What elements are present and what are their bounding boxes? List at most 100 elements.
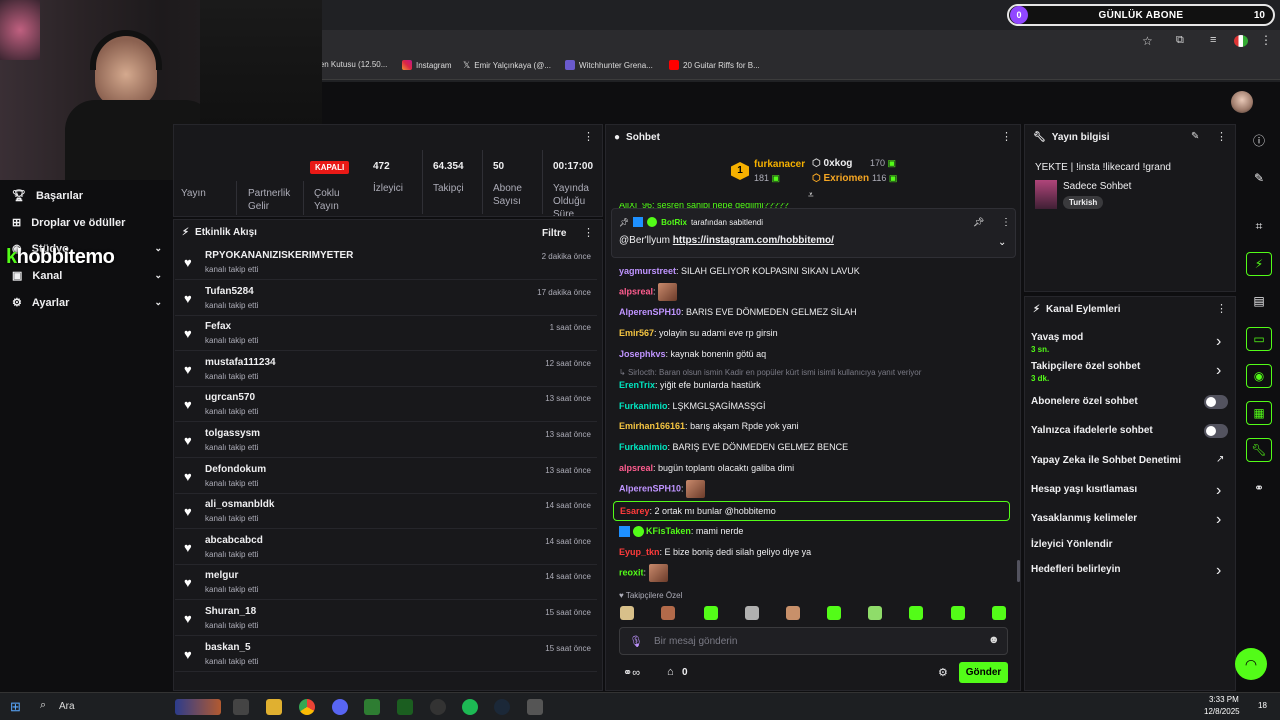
settings-icon[interactable] (527, 699, 543, 715)
chat-username[interactable]: alpsreal (619, 286, 653, 296)
emote-button[interactable] (661, 606, 675, 620)
activity-event[interactable]: ♥ ali_osmanbldk kanalı takip etti 14 saa… (175, 494, 597, 530)
channel-action-item[interactable]: İzleyici Yönlendir (1031, 539, 1113, 550)
emote-button[interactable] (786, 606, 800, 620)
chrome-icon[interactable] (299, 699, 315, 715)
channel-action-item[interactable]: Takipçilere özel sohbet 3 dk. (1031, 361, 1140, 383)
bookmark-item[interactable]: 𝕏 Emir Yalçınkaya (@... (463, 60, 551, 71)
chat-username[interactable]: Furkanimio (619, 401, 668, 411)
emote-button[interactable] (868, 606, 882, 620)
external-link-icon[interactable]: ↗ (1216, 454, 1224, 465)
pinned-link[interactable]: https://instagram.com/hobbitemo/ (673, 235, 834, 246)
chat-username[interactable]: Eyup_tkn (619, 547, 660, 557)
emote-button[interactable] (620, 606, 634, 620)
event-username[interactable]: abcabcabcd (205, 535, 263, 546)
dashboard-icon[interactable]: ▦ (1246, 401, 1272, 425)
emoji-icon[interactable]: ☻ (988, 634, 1000, 646)
more-options-icon[interactable]: ⋮ (1216, 130, 1227, 143)
store-icon[interactable]: ⌂ (667, 666, 674, 678)
chat-settings-icon[interactable]: ⚙ (938, 666, 948, 679)
lightning-icon[interactable]: ⚡︎ (1246, 252, 1272, 276)
bookmark-item[interactable]: len Kutusu (12.50... (318, 60, 387, 69)
document-icon[interactable]: ▤ (1246, 289, 1272, 313)
emote-button[interactable] (992, 606, 1006, 620)
emote-button[interactable] (909, 606, 923, 620)
spotify-icon[interactable] (462, 699, 478, 715)
chat-username[interactable]: ErenTrix (619, 380, 655, 390)
event-username[interactable]: ali_osmanbldk (205, 499, 274, 510)
more-options-icon[interactable]: ⋮ (1001, 130, 1012, 143)
user-avatar[interactable] (1231, 91, 1253, 113)
chevron-right-icon[interactable]: › (1216, 482, 1221, 500)
game-thumbnail-icon[interactable] (175, 699, 221, 715)
toggle-switch[interactable] (1204, 424, 1228, 438)
language-tag[interactable]: Turkish (1063, 196, 1104, 209)
pin-toggle-icon[interactable]: 📌︎ (973, 217, 984, 228)
activity-event[interactable]: ♥ Shuran_18 kanalı takip etti 15 saat ön… (175, 601, 597, 636)
event-username[interactable]: tolgassysm (205, 428, 260, 439)
media-icon[interactable]: ≡ (1210, 34, 1216, 46)
chat-username[interactable]: AlperenSPH10 (619, 307, 681, 317)
bookmark-star-icon[interactable]: ☆ (1142, 34, 1153, 48)
app-icon[interactable] (364, 699, 380, 715)
more-options-icon[interactable]: ⋮ (1001, 217, 1011, 228)
activity-event[interactable]: ♥ Defondokum kanalı takip etti 13 saat ö… (175, 459, 597, 494)
extensions-icon[interactable]: ⧉ (1176, 34, 1184, 47)
support-button[interactable]: ◠ (1235, 648, 1267, 680)
task-view-icon[interactable] (233, 699, 249, 715)
activity-event[interactable]: ♥ melgur kanalı takip etti 14 saat önce (175, 565, 597, 601)
points-icon[interactable]: ⚭∞ (623, 666, 640, 679)
event-username[interactable]: Fefax (205, 321, 231, 332)
bookmark-item[interactable]: Witchhunter Grena... (565, 60, 653, 70)
activity-event[interactable]: ♥ RPYOKANANIZISKERIMYETER kanalı takip e… (175, 245, 597, 280)
browser-menu-icon[interactable]: ⋮ (1260, 33, 1272, 47)
channel-action-item[interactable]: Hedefleri belirleyin (1031, 564, 1120, 575)
share-icon[interactable]: ⚭ (1246, 476, 1272, 500)
chat-username[interactable]: Emir567 (619, 328, 654, 338)
app-icon[interactable] (397, 699, 413, 715)
chat-username[interactable]: KFisTaken (646, 526, 691, 536)
stat-label-partner[interactable]: Partnerlik Gelir (248, 187, 303, 213)
channel-action-item[interactable]: Yapay Zeka ile Sohbet Denetimi (1031, 455, 1181, 466)
event-username[interactable]: RPYOKANANIZISKERIMYETER (205, 250, 353, 261)
toggle-switch[interactable] (1204, 395, 1228, 409)
search-icon[interactable]: ⌕ (40, 699, 46, 712)
more-options-icon[interactable]: ⋮ (1216, 302, 1227, 315)
emote-button[interactable] (951, 606, 965, 620)
event-username[interactable]: Tufan5284 (205, 286, 254, 297)
wrench-icon[interactable]: 🔧︎ (1246, 438, 1272, 462)
stat-label-multistream[interactable]: Çoklu Yayın (314, 187, 354, 213)
send-button[interactable]: Gönder (959, 662, 1008, 683)
chat-bubble-icon[interactable]: ▭ (1246, 327, 1272, 351)
top-gifter-2-name[interactable]: ⬡ 0xkog (812, 158, 852, 169)
taskbar-search[interactable]: Ara (59, 701, 75, 712)
chevron-right-icon[interactable]: › (1216, 562, 1221, 580)
bookmark-item[interactable]: Instagram (402, 60, 452, 70)
collapse-icon[interactable]: ⩡ (808, 190, 814, 201)
chat-username[interactable]: reoxit (619, 567, 644, 577)
emote-button[interactable] (745, 606, 759, 620)
discord-icon[interactable] (332, 699, 348, 715)
top-gifter-1-name[interactable]: furkanacer (754, 159, 805, 170)
nav-channel[interactable]: ▣ Kanal ⌄ (12, 269, 162, 283)
activity-event[interactable]: ♥ Fefax kanalı takip etti 1 saat önce (175, 316, 597, 352)
chat-input[interactable]: 🎙︎ Bir mesaj gönderin ☻ (619, 627, 1008, 655)
channel-action-item[interactable]: Yavaş mod 3 sn. (1031, 332, 1083, 354)
edit-icon[interactable]: ✎ (1246, 166, 1272, 190)
filter-button[interactable]: Filtre (542, 228, 566, 239)
nav-achievements[interactable]: 🏆︎ Başarılar (12, 189, 162, 203)
more-options-icon[interactable]: ⋮ (583, 226, 594, 239)
file-explorer-icon[interactable] (266, 699, 282, 715)
activity-event[interactable]: ♥ tolgassysm kanalı takip etti 13 saat ö… (175, 423, 597, 458)
chevron-down-icon[interactable]: ⌄ (998, 237, 1006, 248)
chat-username[interactable]: alpsreal (619, 463, 653, 473)
pinned-message[interactable]: 📌︎ BotRix tarafından sabitlendi @Ber'lly… (611, 208, 1016, 258)
emote-button[interactable] (704, 606, 718, 620)
chat-username[interactable]: Furkanimio (619, 442, 668, 452)
chat-username[interactable]: Esarey (620, 506, 650, 516)
chevron-right-icon[interactable]: › (1216, 511, 1221, 529)
channel-action-item[interactable]: Abonelere özel sohbet (1031, 396, 1138, 407)
more-options-icon[interactable]: ⋮ (583, 130, 594, 143)
channel-action-item[interactable]: Hesap yaşı kısıtlaması (1031, 484, 1137, 495)
activity-event[interactable]: ♥ mustafa111234 kanalı takip etti 12 saa… (175, 352, 597, 387)
